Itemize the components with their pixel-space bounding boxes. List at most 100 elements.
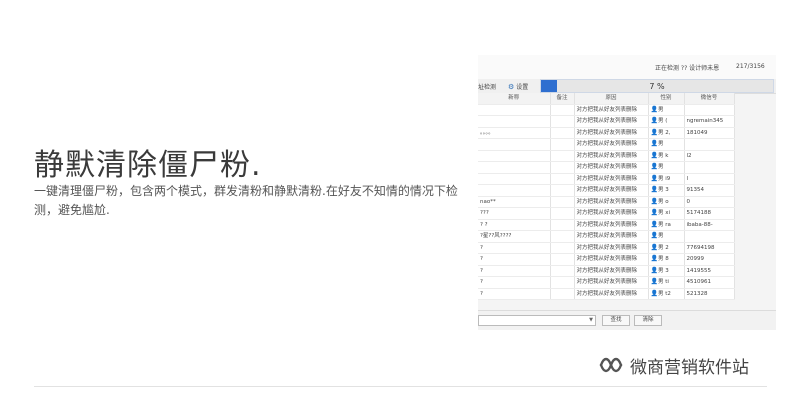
cell-nickname — [478, 150, 551, 162]
clear-button[interactable]: 清除 — [634, 315, 662, 326]
table-row[interactable]: 对方把我从好友列表删除 👤男 — [478, 138, 735, 151]
user-icon: 👤 — [650, 186, 658, 194]
cell-note — [550, 184, 575, 197]
cell-reason: 对方把我从好友列表删除 — [574, 138, 649, 151]
table-row[interactable]: 对方把我从好友列表删除 👤男 (ngremain345 — [478, 115, 735, 128]
filter-select[interactable]: ▼ — [478, 315, 596, 326]
cell-gender: 👤男 o — [648, 196, 685, 208]
cell-gender: 👤男 3 — [648, 184, 685, 197]
gender-text: 男 ti — [657, 279, 669, 286]
watermark-text: 微商营销软件站 — [630, 357, 749, 378]
gender-text: 男 3 — [657, 187, 669, 194]
column-header-reason[interactable]: 原因 — [574, 93, 649, 105]
column-header-gender[interactable]: 性别 — [648, 93, 685, 105]
table-row[interactable]: 对方把我从好友列表删除 👤男 — [478, 104, 735, 116]
cell-wechat-id: 181049 — [684, 127, 735, 139]
user-icon: 👤 — [650, 197, 658, 205]
column-header-nick[interactable]: 新称 — [478, 93, 551, 105]
user-icon: 👤 — [650, 255, 658, 263]
table-row[interactable]: ? 对方把我从好友列表删除 👤男 8 20999 — [478, 253, 735, 266]
cell-reason: 对方把我从好友列表删除 — [574, 150, 649, 162]
user-icon: 👤 — [650, 117, 658, 125]
cell-nickname: ?星??风???? — [478, 230, 551, 243]
cell-reason: 对方把我从好友列表删除 — [574, 230, 649, 243]
gender-text: 男 2, — [657, 129, 671, 136]
table-row[interactable]: 对方把我从好友列表删除 👤男 — [478, 161, 735, 174]
table-row[interactable]: ? ? 对方把我从好友列表删除 👤男 ra ibaba-88- — [478, 219, 735, 231]
cell-wechat-id: 77694198 — [684, 242, 735, 254]
table-row[interactable]: 对方把我从好友列表删除 👤男 i9 l — [478, 173, 735, 185]
cell-note — [550, 253, 575, 266]
cell-gender: 👤男 — [648, 230, 685, 243]
detect-count: 217/3156 — [736, 63, 765, 70]
cell-reason: 对方把我从好友列表删除 — [574, 288, 649, 300]
cell-note — [550, 207, 575, 220]
cell-note — [550, 150, 575, 162]
table-row[interactable]: 对方把我从好友列表删除 👤男 k l2 — [478, 150, 735, 162]
watermark: 微商营销软件站 — [598, 353, 749, 378]
column-header-wxid[interactable]: 微信号 — [684, 93, 735, 105]
cell-reason: 对方把我从好友列表删除 — [574, 219, 649, 231]
progress-bar: 7 % — [540, 79, 774, 93]
search-button[interactable]: 查找 — [602, 315, 630, 326]
cell-gender: 👤男 8 — [648, 253, 685, 266]
table-row[interactable]: nao** 对方把我从好友列表删除 👤男 o0 — [478, 196, 735, 208]
cell-wechat-id: 521328 — [684, 288, 735, 300]
cell-reason: 对方把我从好友列表删除 — [574, 127, 649, 139]
cell-note — [550, 138, 575, 151]
cell-reason: 对方把我从好友列表删除 — [574, 161, 649, 174]
cell-wechat-id: 4510961 — [684, 276, 735, 289]
cell-wechat-id: 5174188 — [684, 207, 735, 220]
table-row[interactable]: ? 对方把我从好友列表删除 👤男 t2 521328 — [478, 288, 735, 300]
table-row[interactable]: 对方把我从好友列表删除 👤男 3 91354 — [478, 184, 735, 197]
table-row[interactable]: ??? 对方把我从好友列表删除 👤男 xi 5174188 — [478, 207, 735, 220]
cell-wechat-id: l — [684, 173, 735, 185]
cell-note — [550, 276, 575, 289]
chevron-down-icon: ▼ — [589, 317, 593, 323]
user-icon: 👤 — [650, 140, 658, 148]
table-row[interactable]: ? 对方把我从好友列表删除 👤男 ti 4510961 — [478, 276, 735, 289]
cell-wechat-id — [684, 230, 735, 243]
table-row[interactable]: ? 对方把我从好友列表删除 👤男 2 77694198 — [478, 242, 735, 254]
column-header-note[interactable]: 备注 — [550, 93, 575, 105]
user-icon: 👤 — [650, 174, 658, 182]
cell-gender: 👤男 — [648, 138, 685, 151]
user-icon: 👤 — [650, 151, 658, 159]
gender-text: 男 k — [657, 152, 669, 159]
gender-text: 男 t2 — [657, 290, 671, 297]
gender-text: 男 8 — [657, 256, 669, 263]
cell-nickname — [478, 161, 551, 174]
gender-text: 男 — [657, 141, 664, 148]
cell-wechat-id: l2 — [684, 150, 735, 162]
cell-nickname — [478, 138, 551, 151]
cell-nickname: ? — [478, 242, 551, 254]
cell-note — [550, 265, 575, 277]
gender-text: 男 3 — [657, 267, 669, 274]
cell-reason: 对方把我从好友列表删除 — [574, 242, 649, 254]
user-icon: 👤 — [650, 289, 658, 297]
cell-reason: 对方把我从好友列表删除 — [574, 207, 649, 220]
cell-note — [550, 115, 575, 128]
cell-note — [550, 173, 575, 185]
cell-nickname: ? ? — [478, 219, 551, 231]
cell-nickname — [478, 173, 551, 185]
cell-wechat-id — [684, 138, 735, 151]
detect-button[interactable]: 址检测 — [478, 82, 496, 91]
cell-nickname: 。。。。 — [478, 127, 551, 139]
gender-text: 男 xi — [657, 210, 671, 217]
table-row[interactable]: 。。。。 对方把我从好友列表删除 👤男 2, 181049 — [478, 127, 735, 139]
user-icon: 👤 — [650, 278, 658, 286]
cell-gender: 👤男 2 — [648, 242, 685, 254]
cell-reason: 对方把我从好友列表删除 — [574, 184, 649, 197]
user-icon: 👤 — [650, 266, 658, 274]
gender-text: 男 o — [657, 198, 669, 205]
gender-text: 男 — [657, 233, 664, 240]
cell-nickname: ? — [478, 276, 551, 289]
table-row[interactable]: ? 对方把我从好友列表删除 👤男 3 1419555 — [478, 265, 735, 277]
cell-note — [550, 161, 575, 174]
progress-label: 7 % — [649, 82, 665, 91]
app-window: 正在检测 ?? 设计师未恩 217/3156 址检测 ⚙ 设置 7 % 新称 备… — [478, 55, 776, 330]
table-row[interactable]: ?星??风???? 对方把我从好友列表删除 👤男 — [478, 230, 735, 243]
settings-button[interactable]: ⚙ 设置 — [508, 82, 528, 92]
user-icon: 👤 — [650, 243, 658, 251]
